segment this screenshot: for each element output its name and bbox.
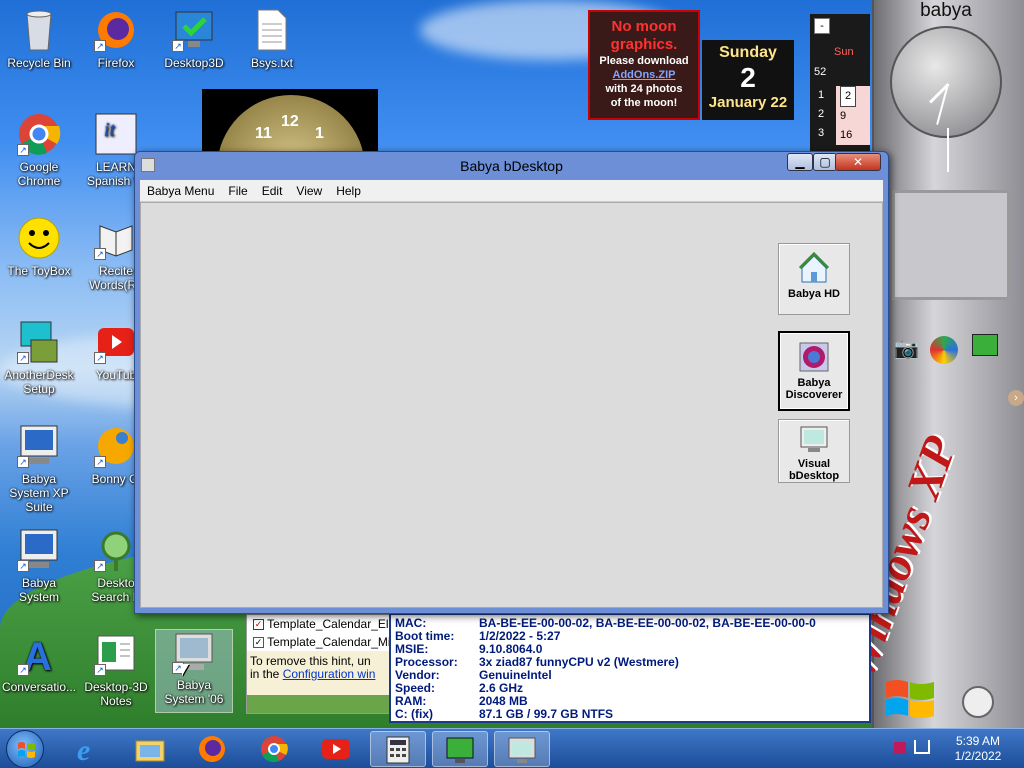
monitor-check-icon: ↗ [172,8,216,52]
desktop-monitor-icon[interactable] [972,334,998,356]
clock-gadget-title: babya [920,0,972,21]
conversation-icon: A ↗ [17,632,61,679]
babya-hd-button[interactable]: Babya HD [778,243,850,315]
text-file-icon [250,8,294,52]
window-title: Babya bDesktop [460,158,563,174]
learn-spanish-icon: it [94,112,138,156]
system-info-panel: MAC: BA-BE-EE-00-00-02, BA-BE-EE-00-00-02… [389,613,871,723]
calendar-gadget: - Sun 52 1 2 3 2 9 16 [810,14,870,154]
template-calendar-mini-checkbox[interactable]: ✓ [253,637,264,649]
desktop-icon-bsys-txt[interactable]: Bsys.txt [234,8,310,70]
menu-view[interactable]: View [289,180,329,202]
youtube-taskbar-icon[interactable] [308,731,364,767]
chevron-right-icon[interactable]: › [1008,390,1024,406]
babya-system-icon: ↗ [17,528,61,572]
media-player-icon[interactable] [930,336,958,364]
babya-system-taskbar-icon[interactable] [494,731,550,767]
calculator-taskbar-icon[interactable] [370,731,426,767]
monitor-icon: ↗ [172,630,216,674]
clock-face [890,26,1002,172]
menu-bar: Babya Menu File Edit View Help [140,180,883,202]
youtube-icon: ↗ [94,320,138,364]
desktop-icon-toybox[interactable]: The ToyBox [1,216,77,278]
svg-text:e: e [77,734,90,764]
home-icon [798,251,830,284]
clock-dial: 11 12 1 [217,95,365,153]
calendar-collapse-button[interactable]: - [814,18,830,34]
desktop-icon-babya-system-xp-suite[interactable]: ↗ Babya System XP Suite [1,424,77,514]
desktop-icon-firefox[interactable]: ↗ Firefox [78,8,154,70]
mouse-cursor [182,664,189,676]
sidebar-panel [892,190,1010,300]
analog-clock-gadget: 11 12 1 [202,89,378,153]
chrome-icon: ↗ [17,112,61,156]
menu-file[interactable]: File [221,180,254,202]
hint-footer-bar [247,695,391,713]
menu-edit[interactable]: Edit [255,180,290,202]
keyboard-language-icon[interactable] [894,742,906,754]
setup-icon: ↗ [17,320,61,364]
notes-icon: ↗ [94,632,138,676]
desktop-icon-recycle-bin[interactable]: Recycle Bin [1,8,77,70]
system-tray: 5:39 AM 1/2/2022 [888,729,1024,768]
template-calendar-elmue-checkbox[interactable]: ✓ [253,619,264,631]
network-icon[interactable] [914,740,930,754]
close-button[interactable]: ✕ [835,153,881,171]
babya-bdesktop-window: Babya bDesktop ▁ ▢ ✕ Babya Menu File Edit V… [134,151,889,614]
clock-gadget: babya [876,0,1016,172]
smiley-icon [17,216,61,260]
calendar-today[interactable]: 2 [840,86,856,107]
chrome-taskbar-icon[interactable] [246,731,302,767]
maximize-button[interactable]: ▢ [813,153,837,171]
template-hint-panel: ✓ Template_Calendar_Elmue ✓ Template_Cal… [246,614,392,714]
menu-babya-menu[interactable]: Babya Menu [140,180,221,202]
alarm-clock-icon[interactable] [962,686,994,718]
desktop-icon-desktop-3d-notes[interactable]: ↗ Desktop-3D Notes [78,632,154,708]
taskbar-clock[interactable]: 5:39 AM 1/2/2022 [940,734,1016,764]
webcam-icon[interactable]: 📷 [894,336,919,361]
app-icon[interactable] [141,158,155,172]
search-icon: ↗ [94,528,138,572]
desktop-icon-conversation[interactable]: A ↗ Conversatio... [1,632,77,694]
desktop-icon-babya-system-06[interactable]: ↗ Babya System '06 [155,629,233,713]
file-explorer-taskbar-icon[interactable] [122,731,178,767]
window-titlebar[interactable]: Babya bDesktop ▁ ▢ ✕ [135,152,888,180]
addons-zip-link[interactable]: AddOns.ZIP [590,68,698,82]
babya-system-icon: ↗ [17,424,61,468]
taskbar: e 5:39 AM 1/2/2022 [0,728,1024,768]
minimize-button[interactable]: ▁ [787,153,813,171]
book-icon: ↗ [94,216,138,260]
menu-help[interactable]: Help [329,180,368,202]
desktop-icon-babya-system[interactable]: ↗ Babya System [1,528,77,604]
internet-explorer-taskbar-icon[interactable]: e [60,731,116,767]
desktop-icon-desktop3d[interactable]: ↗ Desktop3D [156,8,232,70]
babya-discoverer-button[interactable]: Babya Discoverer [778,331,850,411]
visual-bdesktop-button[interactable]: Visual bDesktop [778,419,850,483]
recycle-bin-icon [17,8,61,52]
bdesktop-green-taskbar-icon[interactable] [432,731,488,767]
moon-gadget: No moon graphics. Please download AddOns… [588,10,700,120]
date-gadget: Sunday 2 January 22 [702,40,794,120]
desktop-icon-anotherdesk-setup[interactable]: ↗ AnotherDesk Setup [1,320,77,396]
desktop-icon-google-chrome[interactable]: ↗ Google Chrome [1,112,77,188]
bonny-icon: ↗ [94,424,138,468]
firefox-icon: ↗ [94,8,138,52]
start-button[interactable] [6,730,44,768]
configuration-window-link[interactable]: Configuration win [283,667,376,681]
discoverer-icon [798,341,830,373]
svg-text:it: it [104,119,116,141]
window-client-area: Babya HD Babya Discoverer Visual bDeskto… [140,202,883,608]
firefox-taskbar-icon[interactable] [184,731,240,767]
monitor-icon [798,424,830,456]
